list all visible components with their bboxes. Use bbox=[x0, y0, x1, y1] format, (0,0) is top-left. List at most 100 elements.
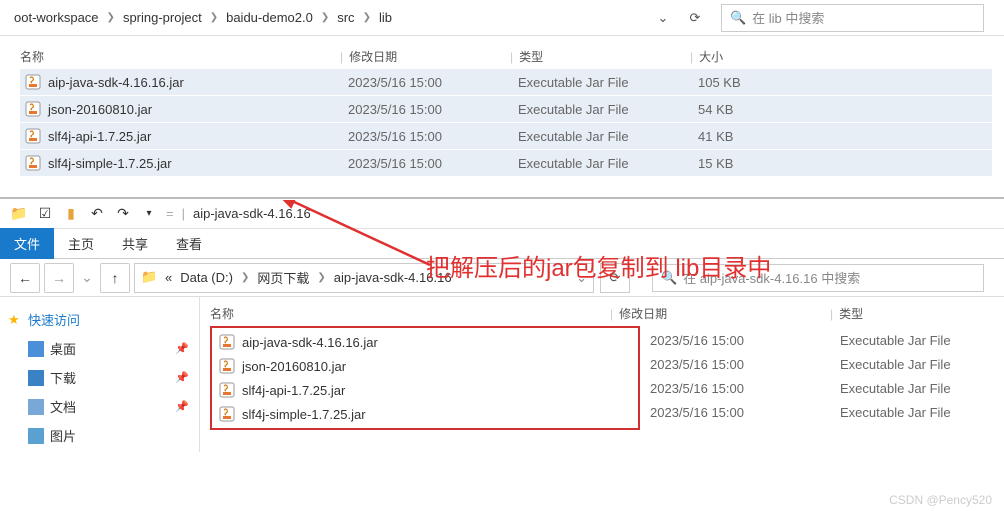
crumb2-0[interactable]: Data (D:) bbox=[172, 270, 241, 285]
col-type-2[interactable]: 类型 bbox=[839, 307, 863, 321]
file-row[interactable]: aip-java-sdk-4.16.16.jar 2023/5/16 15:00… bbox=[20, 69, 992, 95]
file-row-meta: 2023/5/16 15:00 Executable Jar File bbox=[640, 352, 951, 376]
file-date: 2023/5/16 15:00 bbox=[640, 405, 840, 420]
file-type: Executable Jar File bbox=[518, 129, 698, 144]
file-list-area: 名称 |修改日期 |类型 |大小 aip-java-sdk-4.16.16.ja… bbox=[0, 36, 1004, 187]
tab-view[interactable]: 查看 bbox=[162, 228, 216, 259]
crumb-3[interactable]: src bbox=[329, 10, 362, 25]
file-name: slf4j-api-1.7.25.jar bbox=[242, 383, 345, 398]
file-name: json-20160810.jar bbox=[242, 359, 346, 374]
file-date: 2023/5/16 15:00 bbox=[640, 381, 840, 396]
dropdown-icon[interactable]: ▾ bbox=[140, 205, 158, 223]
search-input[interactable]: 🔍 在 lib 中搜索 bbox=[721, 4, 984, 32]
file-name: aip-java-sdk-4.16.16.jar bbox=[48, 75, 348, 90]
crumb2-1[interactable]: 网页下载 bbox=[249, 268, 317, 287]
file-type: Executable Jar File bbox=[840, 405, 951, 420]
column-headers-2: 名称 |修改日期 |类型 bbox=[210, 301, 1004, 326]
checkbox-icon[interactable]: ☑ bbox=[36, 205, 54, 223]
sidebar-item-label: 图片 bbox=[50, 426, 76, 445]
col-type[interactable]: 类型 bbox=[519, 50, 543, 64]
sidebar-item-documents[interactable]: 文档 📌 bbox=[0, 392, 199, 421]
file-type: Executable Jar File bbox=[840, 333, 951, 348]
file-type: Executable Jar File bbox=[518, 75, 698, 90]
annotation-text: 把解压后的jar包复制到 lib目录中 bbox=[426, 248, 771, 283]
file-row[interactable]: aip-java-sdk-4.16.16.jar bbox=[214, 330, 636, 354]
file-size: 54 KB bbox=[698, 102, 798, 117]
jar-file-icon bbox=[218, 333, 236, 351]
jar-file-icon bbox=[218, 357, 236, 375]
sidebar-item-label: 文档 bbox=[50, 397, 76, 416]
second-window: 📁 ☑ ▮ ↶ ↷ ▾ = | aip-java-sdk-4.16.16 文件 … bbox=[0, 197, 1004, 452]
download-icon bbox=[28, 370, 44, 386]
file-row[interactable]: slf4j-simple-1.7.25.jar bbox=[214, 402, 636, 426]
file-row-meta: 2023/5/16 15:00 Executable Jar File bbox=[640, 328, 951, 352]
file-row[interactable]: slf4j-api-1.7.25.jar bbox=[214, 378, 636, 402]
file-date: 2023/5/16 15:00 bbox=[640, 357, 840, 372]
file-type: Executable Jar File bbox=[518, 156, 698, 171]
file-date: 2023/5/16 15:00 bbox=[348, 129, 518, 144]
jar-file-icon bbox=[24, 73, 42, 91]
sidebar-item-desktop[interactable]: 桌面 📌 bbox=[0, 334, 199, 363]
window-title: aip-java-sdk-4.16.16 bbox=[189, 206, 311, 221]
crumb-0[interactable]: oot-workspace bbox=[6, 10, 107, 25]
crumb-4[interactable]: lib bbox=[371, 10, 400, 25]
folder-icon: 📁 bbox=[10, 205, 28, 223]
file-size: 41 KB bbox=[698, 129, 798, 144]
crumb-1[interactable]: spring-project bbox=[115, 10, 210, 25]
file-name: slf4j-api-1.7.25.jar bbox=[48, 129, 348, 144]
chevron-right-icon: ❯ bbox=[107, 12, 115, 23]
file-size: 105 KB bbox=[698, 75, 798, 90]
file-row[interactable]: slf4j-simple-1.7.25.jar 2023/5/16 15:00 … bbox=[20, 150, 992, 176]
pin-icon: 📌 bbox=[175, 342, 189, 355]
picture-icon bbox=[28, 428, 44, 444]
undo-icon[interactable]: ↶ bbox=[88, 205, 106, 223]
crumb-prefix: « bbox=[165, 270, 172, 285]
recent-dropdown[interactable]: ⌄ bbox=[78, 263, 96, 293]
file-row[interactable]: slf4j-api-1.7.25.jar 2023/5/16 15:00 Exe… bbox=[20, 123, 992, 149]
watermark: CSDN @Pency520 bbox=[889, 493, 992, 507]
jar-file-icon bbox=[24, 127, 42, 145]
file-type: Executable Jar File bbox=[518, 102, 698, 117]
file-row-meta: 2023/5/16 15:00 Executable Jar File bbox=[640, 376, 951, 400]
folder-small-icon[interactable]: ▮ bbox=[62, 205, 80, 223]
file-type: Executable Jar File bbox=[840, 381, 951, 396]
pin-icon: 📌 bbox=[175, 371, 189, 384]
col-date[interactable]: 修改日期 bbox=[349, 50, 397, 64]
jar-file-icon bbox=[218, 381, 236, 399]
search-placeholder: 在 lib 中搜索 bbox=[752, 8, 824, 27]
file-name: aip-java-sdk-4.16.16.jar bbox=[242, 335, 378, 350]
redo-icon[interactable]: ↷ bbox=[114, 205, 132, 223]
breadcrumb-bar: oot-workspace❯ spring-project❯ baidu-dem… bbox=[0, 0, 1004, 36]
tab-home[interactable]: 主页 bbox=[54, 228, 108, 259]
title-bar: 📁 ☑ ▮ ↶ ↷ ▾ = | aip-java-sdk-4.16.16 bbox=[0, 199, 1004, 229]
file-row[interactable]: json-20160810.jar 2023/5/16 15:00 Execut… bbox=[20, 96, 992, 122]
file-size: 15 KB bbox=[698, 156, 798, 171]
desktop-icon bbox=[28, 341, 44, 357]
folder-icon: 📁 bbox=[141, 269, 159, 287]
file-date: 2023/5/16 15:00 bbox=[640, 333, 840, 348]
jar-file-icon bbox=[24, 100, 42, 118]
tab-share[interactable]: 共享 bbox=[108, 228, 162, 259]
col-name[interactable]: 名称 bbox=[20, 48, 340, 65]
sidebar-item-label: 桌面 bbox=[50, 339, 76, 358]
file-name: slf4j-simple-1.7.25.jar bbox=[242, 407, 366, 422]
crumb-2[interactable]: baidu-demo2.0 bbox=[218, 10, 321, 25]
col-name-2[interactable]: 名称 bbox=[210, 305, 610, 322]
col-date-2[interactable]: 修改日期 bbox=[619, 307, 667, 321]
file-row[interactable]: json-20160810.jar bbox=[214, 354, 636, 378]
sidebar-item-downloads[interactable]: 下载 📌 bbox=[0, 363, 199, 392]
sidebar-item-pictures[interactable]: 图片 bbox=[0, 421, 199, 450]
col-size[interactable]: 大小 bbox=[699, 50, 723, 64]
tab-file[interactable]: 文件 bbox=[0, 228, 54, 259]
refresh-button[interactable]: ⟳ bbox=[681, 4, 709, 32]
chevron-right-icon: ❯ bbox=[363, 12, 371, 23]
sidebar-item-quick-access[interactable]: ★ 快速访问 bbox=[0, 305, 199, 334]
back-button[interactable]: ← bbox=[10, 263, 40, 293]
forward-button[interactable]: → bbox=[44, 263, 74, 293]
dropdown-icon[interactable]: ⌄ bbox=[649, 4, 677, 32]
file-date: 2023/5/16 15:00 bbox=[348, 156, 518, 171]
file-row-meta: 2023/5/16 15:00 Executable Jar File bbox=[640, 400, 951, 424]
chevron-right-icon: ❯ bbox=[321, 12, 329, 23]
up-button[interactable]: ↑ bbox=[100, 263, 130, 293]
jar-file-icon bbox=[218, 405, 236, 423]
